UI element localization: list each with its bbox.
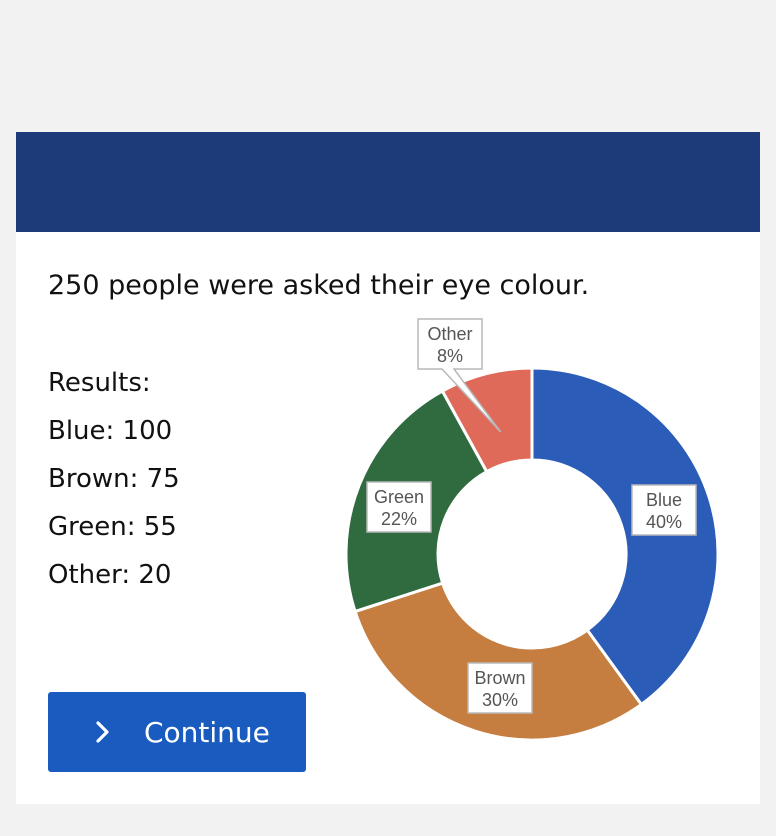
slice-percent-text: 40% [646,512,682,532]
slice-label-blue: Blue40% [631,484,697,536]
slice-percent-text: 30% [482,690,518,710]
slice-name-text: Brown [474,668,525,688]
continue-button[interactable]: Continue [48,692,306,772]
question-card: 250 people were asked their eye colour. … [16,132,760,804]
continue-label: Continue [144,715,270,749]
slice-name-text: Blue [646,490,682,510]
slice-name-text: Other [427,324,472,344]
slice-label-brown: Brown30% [467,662,533,714]
slice-brown [353,581,644,742]
chevron-right-icon [96,721,109,743]
slice-percent-text: 8% [437,346,463,366]
slice-percent-text: 22% [381,509,417,529]
slice-label-green: Green22% [366,481,432,533]
slice-name-text: Green [374,487,424,507]
